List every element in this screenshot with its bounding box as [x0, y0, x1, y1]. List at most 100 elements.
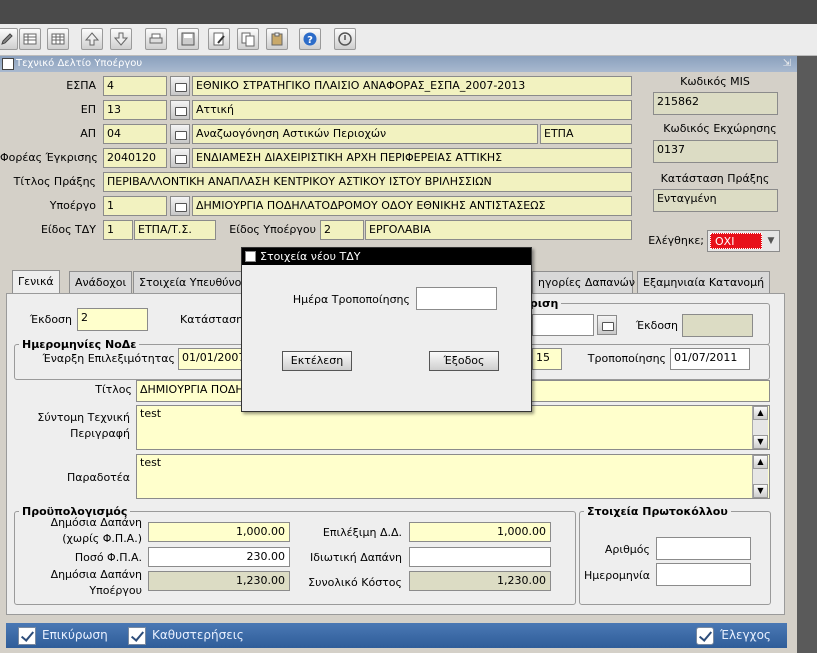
dimosia-dapani-field[interactable]: 1,000.00	[148, 522, 290, 542]
app-icon	[245, 251, 256, 262]
ap-name-field[interactable]: Αναζωογόνηση Αστικών Περιοχών	[192, 124, 538, 144]
foreas-name-field[interactable]: ΕΝΔΙΑΜΕΣΗ ΔΙΑΧΕΙΡΙΣΤΙΚΗ ΑΡΧΗ ΠΕΡΙΦΕΡΕΙΑΣ…	[192, 148, 632, 168]
ap-lov-button[interactable]	[170, 124, 190, 144]
synoliko-label: Συνολικό Κόστος	[308, 576, 402, 589]
eidos-tdy-code-field[interactable]: 1	[103, 220, 133, 240]
arithmos-field[interactable]	[656, 537, 751, 560]
ep-lov-button[interactable]	[170, 100, 190, 120]
delays-button[interactable]: Καθυστερήσεις	[128, 626, 244, 645]
dialog-date-label: Ημέρα Τροποποίησης	[292, 293, 410, 306]
synoliko-field[interactable]: 1,230.00	[409, 571, 551, 591]
enarxi-label: Έναρξη Επιλεξιμότητας	[42, 352, 175, 365]
ekdosi-field[interactable]: 2	[77, 308, 148, 331]
dimosia-ypoergou-label-line-1: Δημόσια Δαπάνη	[50, 568, 142, 581]
toolbar: ?	[0, 24, 817, 56]
dialog-title-bar: Στοιχεία νέου ΤΔΥ	[242, 248, 531, 265]
ypoergo-name-field[interactable]: ΔΗΜΙΟΥΡΓΙΑ ΠΟΔΗΛΑΤΟΔΡΟΜΟΥ ΟΔΟΥ ΕΘΝΙΚΗΣ Α…	[192, 196, 632, 216]
tab-anadoxoi[interactable]: Ανάδοχοι	[69, 271, 133, 294]
check-button[interactable]: Έλεγχος	[696, 626, 771, 645]
elegxthike-dropdown[interactable]: ΟΧΙ ▼	[707, 230, 780, 252]
espa-name-field[interactable]: ΕΘΝΙΚΟ ΣΤΡΑΤΗΓΙΚΟ ΠΛΑΙΣΙΟ ΑΝΑΦΟΡΑΣ_ΕΣΠΑ_…	[192, 76, 632, 96]
foreas-lov-button[interactable]	[170, 148, 190, 168]
epileximi-field[interactable]: 1,000.00	[409, 522, 551, 542]
imerominia-field[interactable]	[656, 563, 751, 586]
add-record-icon[interactable]	[19, 28, 41, 50]
eidos-tdy-name-field[interactable]: ΕΤΠΑ/Τ.Σ.	[134, 220, 216, 240]
tab-katigories-dapanon[interactable]: ηγορίες Δαπανών	[532, 271, 635, 294]
eidos-ypoergou-name-field[interactable]: ΕΡΓΟΛΑΒΙΑ	[365, 220, 632, 240]
scroll-up-icon[interactable]: ▲	[753, 455, 768, 469]
foreas-code-field[interactable]: 2040120	[103, 148, 167, 168]
tab-ypeythinou[interactable]: Στοιχεία Υπευθύνο	[133, 271, 243, 294]
tab-genika[interactable]: Γενικά	[12, 270, 60, 295]
dialog-title: Στοιχεία νέου ΤΔΥ	[260, 250, 361, 263]
delays-label: Καθυστερήσεις	[152, 628, 244, 642]
dimosia-dapani-label-line-2: (χωρίς Φ.Π.Α.)	[62, 532, 142, 545]
scroll-up-icon[interactable]: ▲	[753, 406, 768, 420]
edit-document-icon[interactable]	[208, 28, 230, 50]
top-bar	[0, 0, 817, 24]
elegxthike-value: ΟΧΙ	[710, 233, 762, 249]
ap-code-field[interactable]: 04	[103, 124, 167, 144]
copy-icon[interactable]	[237, 28, 259, 50]
ap-type-field[interactable]: ΕΤΠΑ	[540, 124, 632, 144]
eidos-ypoergou-code-field[interactable]: 2	[320, 220, 364, 240]
tropopoiisis-field[interactable]: 01/07/2011	[670, 348, 750, 370]
tropopoiisis-label: Τροποποίησης	[587, 352, 666, 365]
arrow-down-icon[interactable]	[110, 28, 132, 50]
paradotea-scrollbar[interactable]: ▲ ▼	[752, 455, 768, 498]
scroll-down-icon[interactable]: ▼	[753, 484, 768, 498]
ep-name-field[interactable]: Αττική	[192, 100, 632, 120]
katastasi-label: Κατάσταση	[180, 313, 244, 326]
ypoergo-lov-button[interactable]	[170, 196, 190, 216]
espa-code-field[interactable]: 4	[103, 76, 167, 96]
katastasi-praxis-field[interactable]: Ενταγμένη	[653, 189, 778, 212]
fpa-label: Ποσό Φ.Π.Α.	[74, 551, 142, 564]
help-icon[interactable]: ?	[299, 28, 321, 50]
idiotiki-field[interactable]	[409, 547, 551, 567]
titlos-praxis-field[interactable]: ΠΕΡΙΒΑΛΛΟΝΤΙΚΗ ΑΝΑΠΛΑΣΗ ΚΕΝΤΡΙΚΟΥ ΑΣΤΙΚΟ…	[103, 172, 632, 192]
confirm-button[interactable]: Επικύρωση	[18, 626, 108, 645]
info-icon[interactable]	[334, 28, 356, 50]
execute-button[interactable]: Εκτέλεση	[282, 351, 352, 371]
paste-icon[interactable]	[266, 28, 288, 50]
mis-field[interactable]: 215862	[653, 92, 778, 115]
perigrafi-scrollbar[interactable]: ▲ ▼	[752, 406, 768, 449]
resize-icon[interactable]: ⇲	[783, 56, 791, 72]
arrow-up-icon[interactable]	[81, 28, 103, 50]
grid-icon[interactable]	[47, 28, 69, 50]
kodikos-ekxorisis-field[interactable]: 0137	[653, 140, 778, 163]
egkrisi-lov-button[interactable]	[597, 315, 617, 335]
print-icon[interactable]	[145, 28, 167, 50]
save-icon[interactable]	[177, 28, 199, 50]
paradotea-textarea[interactable]: test	[136, 454, 770, 499]
arithmos-label: Αριθμός	[604, 543, 650, 556]
egkrisi-code-field[interactable]	[532, 314, 594, 336]
katastasi-praxis-label: Κατάσταση Πράξης	[660, 172, 770, 185]
tab-examiniaia[interactable]: Εξαμηνιαία Κατανομή	[637, 271, 771, 294]
espa-lov-button[interactable]	[170, 76, 190, 96]
scroll-down-icon[interactable]: ▼	[753, 435, 768, 449]
chevron-down-icon[interactable]: ▼	[764, 233, 778, 249]
exit-button[interactable]: Έξοδος	[429, 351, 499, 371]
enarxi-field[interactable]: 01/01/2007	[178, 348, 248, 370]
fpa-field[interactable]: 230.00	[148, 547, 290, 567]
window-title-bar: Τεχνικό Δελτίο Υποέργου ⇲	[0, 56, 797, 72]
ypoergo-label: Υποέργο	[49, 199, 96, 212]
imerominia-label: Ημερομηνία	[584, 569, 651, 582]
status-bar: Επικύρωση Καθυστερήσεις Έλεγχος	[6, 623, 787, 648]
epileximi-label: Επιλέξιμη Δ.Δ.	[322, 526, 402, 539]
ep-code-field[interactable]: 13	[103, 100, 167, 120]
elegxthike-label: Ελέγθηκε;	[648, 234, 704, 247]
titlos-praxis-label: Τίτλος Πράξης	[13, 175, 96, 188]
check-label: Έλεγχος	[720, 628, 771, 642]
egkrisi-ekdosi-field[interactable]	[682, 314, 753, 337]
dialog-date-field[interactable]	[416, 287, 497, 310]
ypoergo-code-field[interactable]: 1	[103, 196, 167, 216]
check-icon	[696, 626, 714, 645]
lixi-field[interactable]: 15	[532, 348, 562, 370]
kodikos-ekxorisis-label: Κωδικός Εκχώρησης	[663, 122, 777, 135]
edit-icon[interactable]	[0, 28, 18, 50]
dimosia-ypoergou-field[interactable]: 1,230.00	[148, 571, 290, 591]
eidos-tdy-label: Είδος ΤΔΥ	[40, 223, 96, 236]
